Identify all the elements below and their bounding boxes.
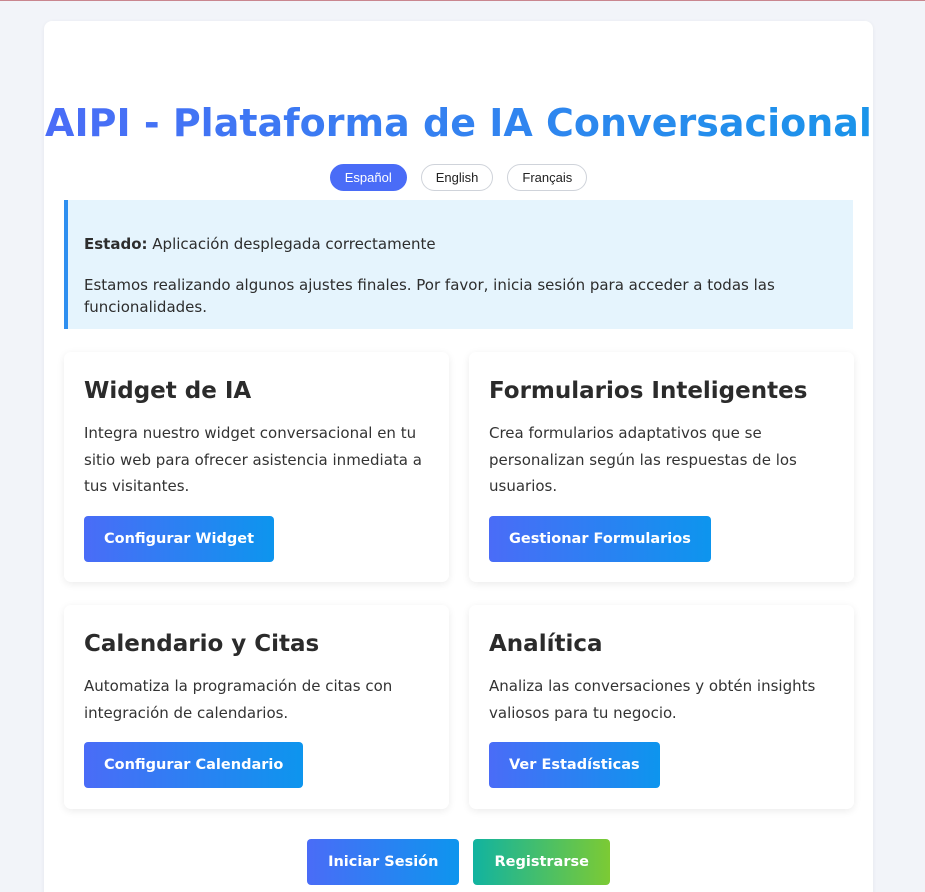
manage-forms-button[interactable]: Gestionar Formularios bbox=[489, 515, 711, 562]
view-statistics-button[interactable]: Ver Estadísticas bbox=[489, 742, 660, 788]
card-calendar: Calendario y Citas Automatiza la program… bbox=[64, 605, 449, 809]
status-label: Estado: bbox=[84, 235, 148, 253]
status-notice: Estado: Aplicación desplegada correctame… bbox=[64, 200, 853, 329]
card-title: Formularios Inteligentes bbox=[489, 378, 808, 404]
status-message: Estamos realizando algunos ajustes final… bbox=[84, 276, 775, 316]
card-analytics: Analítica Analiza las conversaciones y o… bbox=[469, 605, 854, 809]
top-border-line bbox=[0, 0, 925, 1]
card-forms: Formularios Inteligentes Crea formulario… bbox=[469, 352, 854, 582]
login-button[interactable]: Iniciar Sesión bbox=[307, 839, 460, 885]
language-button-fr[interactable]: Français bbox=[507, 164, 588, 191]
page-title: AIPI - Plataforma de IA Conversacional bbox=[45, 101, 872, 145]
auth-actions: Iniciar Sesión Registrarse bbox=[44, 839, 873, 885]
card-widget: Widget de IA Integra nuestro widget conv… bbox=[64, 352, 449, 582]
language-selector: Español English Français bbox=[44, 164, 873, 191]
card-description: Integra nuestro widget conversacional en… bbox=[84, 424, 422, 495]
configure-calendar-button[interactable]: Configurar Calendario bbox=[84, 742, 304, 788]
card-description: Automatiza la programación de citas con … bbox=[84, 677, 393, 722]
card-description: Crea formularios adaptativos que se pers… bbox=[489, 424, 797, 495]
register-button[interactable]: Registrarse bbox=[473, 839, 610, 885]
language-button-en[interactable]: English bbox=[420, 164, 494, 191]
card-title: Widget de IA bbox=[84, 378, 252, 404]
configure-widget-button[interactable]: Configurar Widget bbox=[84, 515, 274, 562]
main-container: AIPI - Plataforma de IA Conversacional E… bbox=[44, 21, 873, 892]
card-title: Calendario y Citas bbox=[84, 631, 320, 657]
status-line: Estado: Aplicación desplegada correctame… bbox=[84, 233, 837, 255]
card-title: Analítica bbox=[489, 631, 603, 657]
language-button-es[interactable]: Español bbox=[329, 164, 407, 191]
status-text: Aplicación desplegada correctamente bbox=[152, 235, 436, 253]
card-description: Analiza las conversaciones y obtén insig… bbox=[489, 677, 816, 722]
